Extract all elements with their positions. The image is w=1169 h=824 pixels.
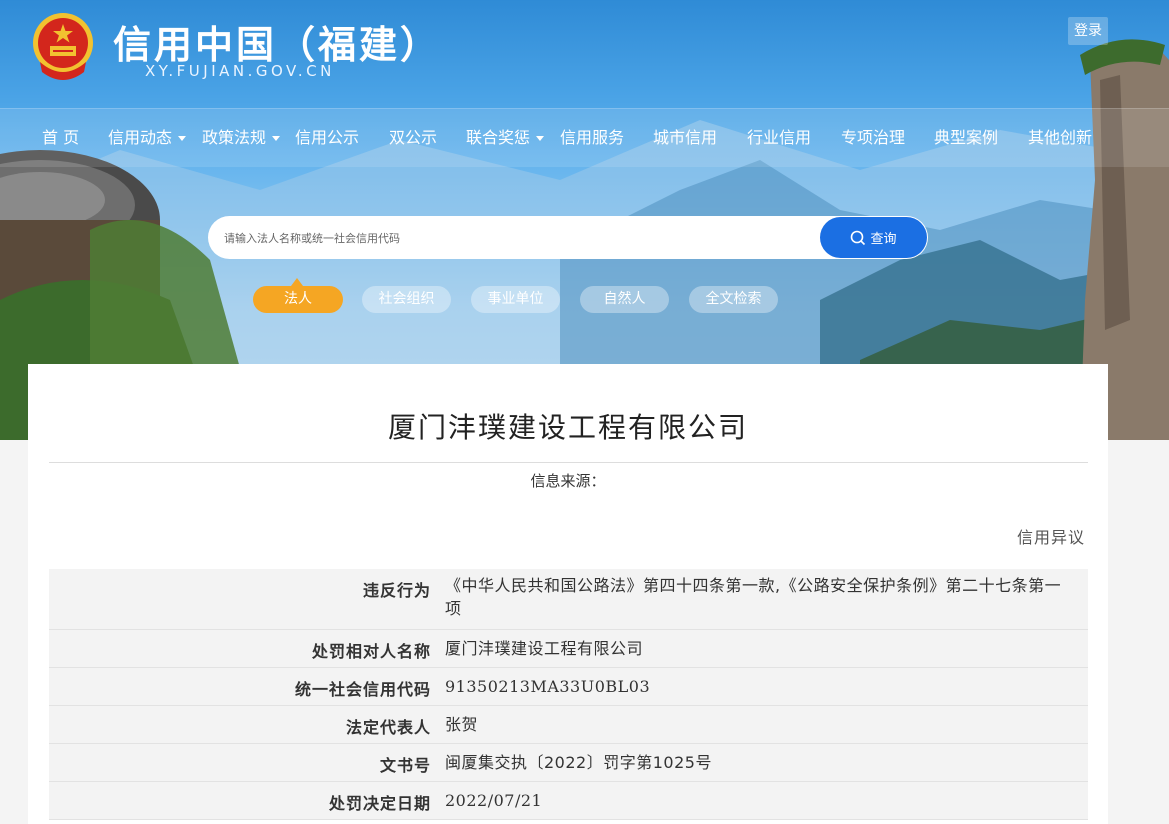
row-label: 统一社会信用代码 <box>294 680 431 699</box>
tab-social-org[interactable]: 社会组织 <box>362 286 451 313</box>
nav-item-credit-service[interactable]: 信用服务 <box>560 109 624 167</box>
table-row: 违反行为 《中华人民共和国公路法》第四十四条第一款,《公路安全保护条例》第二十七… <box>49 569 1088 630</box>
nav-item-double-publicity[interactable]: 双公示 <box>389 109 437 167</box>
chevron-down-icon <box>536 136 545 141</box>
table-row: 处罚相对人名称 厦门沣璞建设工程有限公司 <box>49 630 1088 668</box>
tab-public-institution[interactable]: 事业单位 <box>471 286 560 313</box>
divider <box>49 462 1088 463</box>
row-value: 《中华人民共和国公路法》第四十四条第一款,《公路安全保护条例》第二十七条第一项 <box>445 576 1062 618</box>
row-value: 闽厦集交执〔2022〕罚字第1025号 <box>445 753 712 772</box>
search-button[interactable]: 查询 <box>820 217 927 258</box>
national-emblem-icon <box>28 10 98 82</box>
table-row: 统一社会信用代码 91350213MA33U0BL03 <box>49 668 1088 706</box>
search-input[interactable] <box>222 216 816 261</box>
nav-item-other-innovation[interactable]: 其他创新 <box>1028 109 1092 167</box>
row-label: 法定代表人 <box>345 718 431 737</box>
table-row: 法定代表人 张贺 <box>49 706 1088 744</box>
row-value: 厦门沣璞建设工程有限公司 <box>445 639 644 658</box>
detail-card: 厦门沣璞建设工程有限公司 信息来源： 信用异议 违反行为 《中华人民共和国公路法… <box>28 364 1108 824</box>
info-source: 信息来源： <box>530 472 606 490</box>
table-row: 文书号 闽厦集交执〔2022〕罚字第1025号 <box>49 744 1088 782</box>
chevron-down-icon <box>272 136 281 141</box>
tab-natural-person[interactable]: 自然人 <box>580 286 669 313</box>
site-title: 信用中国（福建） <box>113 23 442 67</box>
search-icon <box>851 230 866 245</box>
active-tab-pointer <box>291 278 303 286</box>
tab-legal-person[interactable]: 法人 <box>253 286 343 313</box>
row-value: 91350213MA33U0BL03 <box>445 677 651 696</box>
nav-item-typical-cases[interactable]: 典型案例 <box>934 109 998 167</box>
nav-item-city-credit[interactable]: 城市信用 <box>653 109 717 167</box>
row-label: 违反行为 <box>362 581 431 600</box>
login-button[interactable]: 登录 <box>1068 17 1108 45</box>
search-bar: 查询 <box>208 216 928 261</box>
row-label: 处罚相对人名称 <box>311 642 431 661</box>
nav-item-industry-credit[interactable]: 行业信用 <box>747 109 811 167</box>
main-nav: 首 页 信用动态 政策法规 信用公示 双公示 联合奖惩 信用服务 城市信用 行业… <box>0 108 1169 167</box>
nav-item-credit-publicity[interactable]: 信用公示 <box>295 109 359 167</box>
chevron-down-icon <box>178 136 187 141</box>
search-button-label: 查询 <box>870 232 897 247</box>
row-label: 文书号 <box>379 756 431 775</box>
row-label: 处罚决定日期 <box>328 794 431 813</box>
row-value: 张贺 <box>445 715 479 734</box>
row-value: 2022/07/21 <box>445 791 543 810</box>
nav-item-joint-rewards[interactable]: 联合奖惩 <box>466 109 545 167</box>
site-domain: XY.FUJIAN.GOV.CN <box>145 62 335 80</box>
table-row: 处罚决定日期 2022/07/21 <box>49 782 1088 820</box>
credit-objection-link[interactable]: 信用异议 <box>1017 524 1085 548</box>
penalty-table: 违反行为 《中华人民共和国公路法》第四十四条第一款,《公路安全保护条例》第二十七… <box>49 569 1088 820</box>
nav-item-special-governance[interactable]: 专项治理 <box>841 109 905 167</box>
tab-fulltext-search[interactable]: 全文检索 <box>689 286 778 313</box>
page-title: 厦门沣璞建设工程有限公司 <box>387 411 748 444</box>
nav-item-credit-news[interactable]: 信用动态 <box>108 109 187 167</box>
nav-item-policy[interactable]: 政策法规 <box>202 109 281 167</box>
nav-item-home[interactable]: 首 页 <box>42 109 79 167</box>
